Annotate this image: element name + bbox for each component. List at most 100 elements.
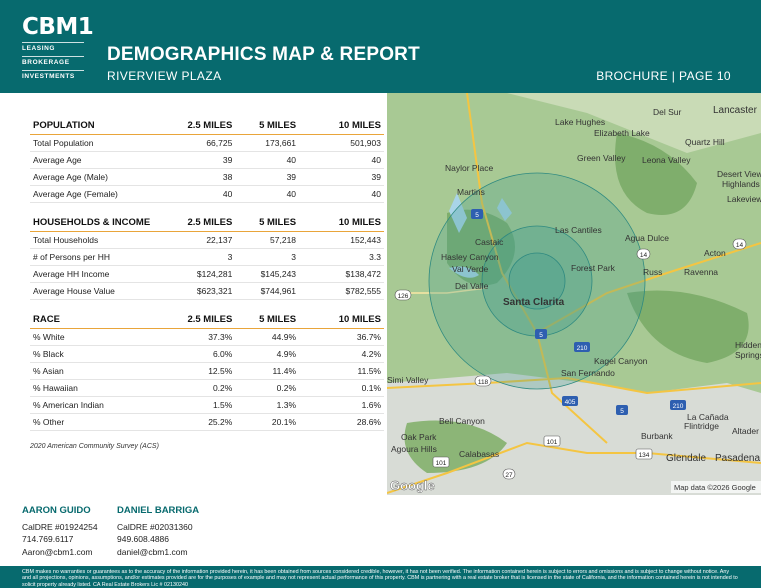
row-label: % American Indian bbox=[30, 396, 158, 414]
svg-text:126: 126 bbox=[398, 293, 409, 300]
demographics-table-section: HOUSEHOLDS & INCOME 2.5 MILES 5 MILES 10 MI… bbox=[30, 215, 384, 300]
contact-license: CalDRE #01924254 bbox=[22, 521, 98, 532]
map-label: Lakeview bbox=[727, 194, 761, 204]
svg-text:5: 5 bbox=[620, 408, 624, 415]
table-row: Average House Value $623,321 $744,961 $782,… bbox=[30, 282, 384, 300]
cell-value: 0.2% bbox=[157, 379, 236, 397]
cell-value: $782,555 bbox=[299, 282, 384, 300]
map-label: Castaic bbox=[475, 237, 504, 247]
contact-name: DANIEL BARRIGA bbox=[117, 505, 200, 516]
contact-phone[interactable]: 714.769.6117 bbox=[22, 533, 122, 546]
cell-value: 3 bbox=[157, 248, 236, 266]
map-label: Calabasas bbox=[459, 449, 499, 459]
map-label: Desert View bbox=[717, 169, 761, 179]
highway-shield: 5 bbox=[616, 405, 628, 415]
column-header: 2.5 MILES bbox=[157, 215, 236, 232]
logo-line-leasing: LEASING bbox=[22, 42, 84, 54]
cell-value: $623,321 bbox=[157, 282, 236, 300]
map-label: Martins bbox=[457, 187, 485, 197]
row-label: # of Persons per HH bbox=[30, 248, 158, 266]
cell-value: 57,218 bbox=[235, 231, 300, 249]
column-header: 5 MILES bbox=[235, 312, 300, 329]
highway-shield: 210 bbox=[574, 342, 590, 352]
table-row: # of Persons per HH 3 3 3.3 bbox=[30, 248, 384, 266]
area-map[interactable]: Del Sur Lancaster Lake Hughes Elizabeth … bbox=[387, 93, 761, 495]
svg-text:5: 5 bbox=[475, 212, 479, 219]
svg-text:118: 118 bbox=[478, 379, 489, 386]
table-row: Average HH Income $124,281 $145,243 $138,47… bbox=[30, 265, 384, 283]
map-label: Leona Valley bbox=[642, 155, 691, 165]
contact-card-aaron: AARON GUIDO CalDRE #01924254 714.769.611… bbox=[22, 505, 122, 558]
cell-value: 40 bbox=[235, 185, 300, 203]
cell-value: 40 bbox=[299, 151, 384, 169]
cell-value: $124,281 bbox=[157, 265, 236, 283]
highway-shield: 14 bbox=[732, 238, 747, 250]
contact-phone[interactable]: 949.608.4886 bbox=[117, 533, 217, 546]
cell-value: 39 bbox=[235, 168, 300, 186]
map-attribution: Map data ©2026 Google bbox=[674, 483, 756, 492]
row-label: Total Population bbox=[30, 134, 158, 152]
cell-value: 22,137 bbox=[157, 231, 236, 249]
svg-text:210: 210 bbox=[673, 403, 684, 410]
highway-shield: 101 bbox=[432, 456, 450, 468]
row-label: Average House Value bbox=[30, 282, 158, 300]
cell-value: 12.5% bbox=[157, 362, 236, 380]
map-label: Acton bbox=[704, 248, 726, 258]
table-section-title: RACE bbox=[30, 312, 158, 329]
table-section-title: POPULATION bbox=[30, 118, 158, 135]
row-label: % Asian bbox=[30, 362, 158, 380]
cell-value: 44.9% bbox=[235, 328, 300, 346]
svg-text:14: 14 bbox=[736, 242, 744, 249]
cell-value: 66,725 bbox=[157, 134, 236, 152]
map-label: Forest Park bbox=[571, 263, 616, 273]
map-label: Las Cantiles bbox=[555, 225, 602, 235]
logo-line-brokerage: BROKERAGE bbox=[22, 56, 84, 68]
map-label: Green Valley bbox=[577, 153, 626, 163]
contact-email[interactable]: daniel@cbm1.com bbox=[117, 546, 217, 559]
map-label: Lancaster bbox=[713, 105, 758, 116]
cell-value: 11.5% bbox=[299, 362, 384, 380]
table-row: Total Households 22,137 57,218 152,443 bbox=[30, 231, 384, 249]
map-label: Simi Valley bbox=[387, 375, 429, 385]
highway-shield: 14 bbox=[636, 248, 651, 260]
map-label: Highlands bbox=[722, 179, 760, 189]
highway-shield: 5 bbox=[471, 209, 483, 219]
map-label: Del Valle bbox=[455, 281, 489, 291]
cell-value: 0.1% bbox=[299, 379, 384, 397]
disclaimer-footer: CBM makes no warranties or guarantees as… bbox=[0, 566, 761, 588]
column-header: 10 MILES bbox=[299, 215, 384, 232]
row-label: Average HH Income bbox=[30, 265, 158, 283]
cell-value: 3.3 bbox=[299, 248, 384, 266]
cell-value: 20.1% bbox=[235, 413, 300, 431]
cell-value: 0.2% bbox=[235, 379, 300, 397]
map-label: Hasley Canyon bbox=[441, 252, 499, 262]
table-row: Average Age 39 40 40 bbox=[30, 151, 384, 169]
map-label: Naylor Place bbox=[445, 163, 493, 173]
table-section-title: HOUSEHOLDS & INCOME bbox=[30, 215, 158, 232]
contact-card-daniel: DANIEL BARRIGA CalDRE #02031360 949.608.… bbox=[117, 505, 217, 558]
table-header-row: POPULATION 2.5 MILES 5 MILES 10 MILES bbox=[30, 118, 384, 135]
column-header: 2.5 MILES bbox=[157, 118, 236, 135]
svg-text:101: 101 bbox=[547, 439, 558, 446]
cell-value: 3 bbox=[235, 248, 300, 266]
map-label: Ravenna bbox=[684, 267, 718, 277]
map-label: Flintridge bbox=[684, 421, 719, 431]
demographics-table-section: POPULATION 2.5 MILES 5 MILES 10 MILES Total … bbox=[30, 118, 384, 203]
map-label: Quartz Hill bbox=[685, 137, 725, 147]
cell-value: 4.2% bbox=[299, 345, 384, 363]
svg-text:101: 101 bbox=[436, 460, 447, 467]
property-name: RIVERVIEW PLAZA bbox=[107, 69, 222, 83]
map-label: Springs bbox=[735, 350, 761, 360]
contact-email[interactable]: Aaron@cbm1.com bbox=[22, 546, 122, 559]
cell-value: 40 bbox=[157, 185, 236, 203]
map-label: Agoura Hills bbox=[391, 444, 437, 454]
map-label: Oak Park bbox=[401, 432, 437, 442]
row-label: Average Age (Female) bbox=[30, 185, 158, 203]
highway-shield: 101 bbox=[543, 435, 561, 447]
table-row: Average Age (Female) 40 40 40 bbox=[30, 185, 384, 203]
header-band: CBM1 LEASING BROKERAGE INVESTMENTS DEMOG… bbox=[0, 0, 761, 93]
row-label: % White bbox=[30, 328, 158, 346]
map-label: Bell Canyon bbox=[439, 416, 485, 426]
cell-value: 38 bbox=[157, 168, 236, 186]
cell-value: 6.0% bbox=[157, 345, 236, 363]
